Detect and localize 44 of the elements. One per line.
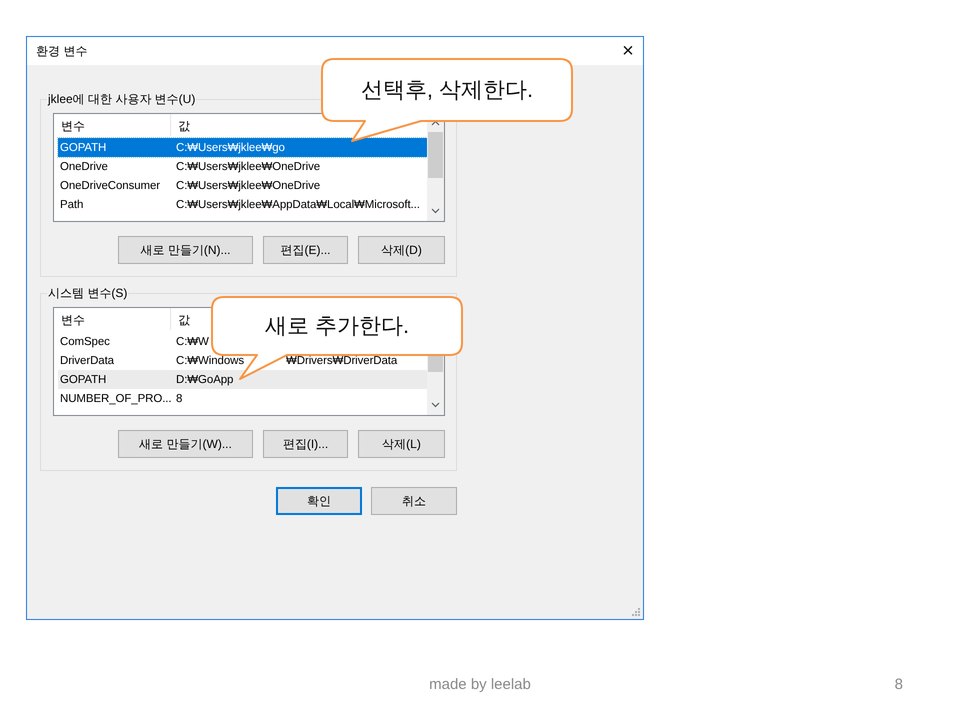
variable-value: C:₩Users₩jklee₩go xyxy=(175,142,285,154)
variable-value: ₩Drivers₩DriverData xyxy=(286,354,398,366)
variable-value: C:₩Windows xyxy=(175,354,244,366)
action-button[interactable]: 편집(E)... xyxy=(263,236,348,264)
action-button[interactable]: 새로 만들기(W)... xyxy=(118,430,253,458)
window-title: 환경 변수 xyxy=(36,42,88,60)
variable-name: GOPATH xyxy=(59,374,108,386)
list-row[interactable]: GOPATH D:₩GoApp xyxy=(58,370,427,389)
close-button[interactable]: × xyxy=(613,37,643,65)
variable-name: NUMBER_OF_PRO... xyxy=(59,392,173,404)
variable-value: 8 xyxy=(175,392,182,404)
group-label: 시스템 변수(S) xyxy=(47,285,128,302)
variable-name: DriverData xyxy=(59,354,115,366)
variable-name: OneDriveConsumer xyxy=(59,180,162,192)
list-row[interactable]: OneDriveConsumer C:₩Users₩jklee₩OneDrive xyxy=(58,176,427,195)
dialog-button[interactable]: 확인 xyxy=(276,487,362,515)
page-number: 8 xyxy=(894,676,903,693)
action-button[interactable]: 새로 만들기(N)... xyxy=(118,236,253,264)
action-button[interactable]: 삭제(L) xyxy=(358,430,445,458)
resize-grip-icon[interactable] xyxy=(632,608,641,617)
variable-value: C:₩Users₩jklee₩OneDrive xyxy=(175,160,320,172)
column-header[interactable]: 값 xyxy=(171,114,190,136)
callout-text: 새로 추가한다. xyxy=(264,312,410,340)
variable-name: Path xyxy=(59,198,84,210)
action-button[interactable]: 편집(I)... xyxy=(263,430,348,458)
footer-credit: made by leelab xyxy=(429,676,531,693)
variable-name: OneDrive xyxy=(59,160,109,172)
variable-value: D:₩GoApp xyxy=(175,374,234,386)
callout-text: 선택후, 삭제한다. xyxy=(360,76,534,104)
group-label: jklee에 대한 사용자 변수(U) xyxy=(47,91,196,108)
variable-name: GOPATH xyxy=(59,142,108,154)
variable-value: C:₩Users₩jklee₩AppData₩Local₩Microsoft... xyxy=(175,198,420,210)
column-header[interactable]: 변수 xyxy=(54,114,171,136)
list-row[interactable]: GOPATH C:₩Users₩jklee₩go xyxy=(58,138,427,157)
list-row[interactable]: NUMBER_OF_PRO... 8 xyxy=(58,389,427,408)
list-row[interactable]: Path C:₩Users₩jklee₩AppData₩Local₩Microsoft... xyxy=(58,195,427,214)
column-header[interactable]: 변수 xyxy=(54,308,171,330)
variable-name: ComSpec xyxy=(59,336,111,348)
action-button[interactable]: 삭제(D) xyxy=(358,236,445,264)
column-header[interactable]: 값 xyxy=(171,308,190,330)
list-row[interactable]: OneDrive C:₩Users₩jklee₩OneDrive xyxy=(58,157,427,176)
variable-value: C:₩W xyxy=(175,336,209,348)
variable-value: C:₩Users₩jklee₩OneDrive xyxy=(175,180,320,192)
dialog-button[interactable]: 취소 xyxy=(371,487,457,515)
